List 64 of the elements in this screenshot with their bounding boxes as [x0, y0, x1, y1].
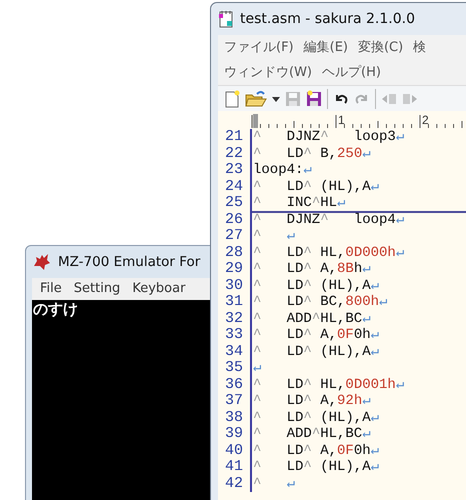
code-line: ^ LD^ (HL),A↵: [253, 178, 380, 194]
menu-item[interactable]: 編集(E): [304, 38, 348, 58]
code-line: ^ LD^ A,92h↵: [253, 393, 371, 409]
line-number: 39: [224, 426, 244, 442]
code-line: ^ LD^ A,8Bh↵: [253, 261, 371, 277]
code-line: loop4:↵: [253, 162, 312, 178]
screen-text: のすけ: [33, 300, 78, 318]
code-line: ^ INC^HL↵: [253, 195, 346, 211]
window-title: MZ-700 Emulator For: [58, 252, 200, 272]
code-line: ^ LD^ (HL),A↵: [253, 278, 380, 294]
line-number: 35: [224, 360, 244, 376]
line-number: 23: [224, 162, 244, 178]
menu-item[interactable]: 検: [413, 38, 426, 58]
line-number: 41: [224, 459, 244, 476]
line-number: 31: [224, 294, 244, 310]
line-number: 33: [224, 327, 244, 344]
code-line: ^ ADD^HL,BC↵: [253, 426, 371, 442]
code-line: ^ ↵: [253, 228, 296, 244]
code-line: ^ DJNZ^ loop3↵: [253, 129, 404, 145]
line-number: 24: [224, 178, 244, 195]
line-number: 25: [224, 195, 244, 212]
window-title: test.asm - sakura 2.1.0.0: [240, 10, 415, 28]
menu-item[interactable]: 変換(C): [358, 38, 404, 58]
line-number: 27: [224, 228, 244, 244]
save-icon[interactable]: [306, 90, 322, 108]
ruler-marker[interactable]: [253, 114, 258, 128]
code-line: ^ LD^ (HL),A↵: [253, 459, 380, 475]
code-line: ^ ↵: [253, 476, 296, 492]
code-line: ^ LD^ B,250↵: [253, 146, 371, 162]
code-line: ^ LD^ HL,0D000h↵: [253, 244, 404, 260]
code-line: ^ LD^ A,0F0h↵: [253, 442, 380, 458]
menu-item[interactable]: ファイル(F): [224, 38, 294, 58]
line-number: 42: [224, 476, 244, 492]
line-number: 28: [224, 244, 244, 261]
ruler-number: 1: [338, 113, 345, 127]
code-line: ^ LD^ A,0F0h↵: [253, 327, 380, 343]
line-number: 30: [224, 278, 244, 294]
line-number: 37: [224, 393, 244, 410]
code-line: ↵: [253, 360, 262, 376]
code-line: ^ DJNZ^ loop4↵: [253, 212, 404, 228]
folder-icon[interactable]: [245, 90, 267, 108]
menu-item[interactable]: Keyboar: [132, 279, 186, 299]
creature-icon: [32, 252, 52, 272]
notepad-icon: [218, 10, 234, 28]
code-line: ^ LD^ (HL),A↵: [253, 344, 380, 360]
menu-item[interactable]: Setting: [74, 279, 120, 299]
menu-item[interactable]: ウィンドウ(W): [224, 62, 312, 82]
menu-item[interactable]: ヘルプ(H): [322, 62, 381, 82]
code-line: ^ ADD^HL,BC↵: [253, 310, 371, 326]
line-number: 26: [224, 212, 244, 228]
line-number: 34: [224, 344, 244, 360]
line-number: 40: [224, 442, 244, 459]
code-line: ^ LD^ HL,0D001h↵: [253, 376, 404, 392]
line-number: 36: [224, 376, 244, 393]
line-number: 21: [224, 129, 244, 146]
menu-item[interactable]: File: [40, 279, 62, 299]
new-document-icon[interactable]: [224, 90, 240, 108]
line-number: 22: [224, 146, 244, 162]
ruler-number: 2: [422, 113, 429, 127]
code-line: ^ LD^ BC,800h↵: [253, 294, 388, 310]
line-number: 38: [224, 410, 244, 426]
line-number: 29: [224, 261, 244, 278]
code-line: ^ LD^ (HL),A↵: [253, 410, 380, 426]
line-number: 32: [224, 310, 244, 327]
